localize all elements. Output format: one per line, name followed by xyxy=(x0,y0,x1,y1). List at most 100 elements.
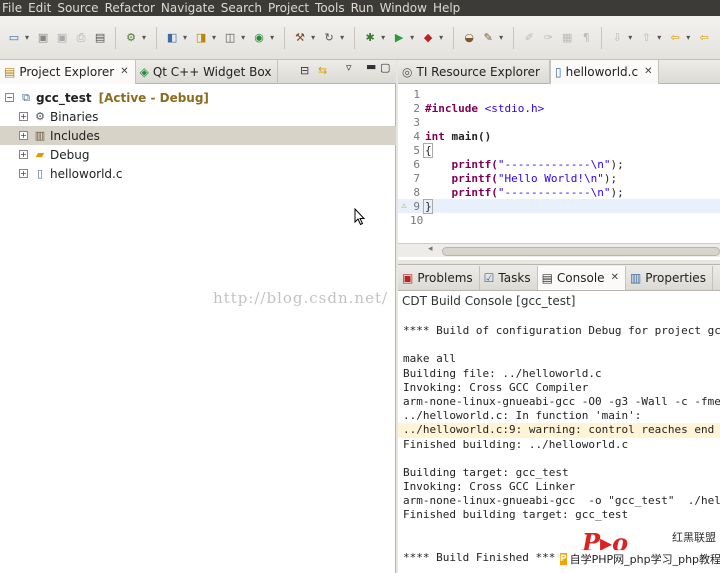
hammer-icon[interactable]: ⚒ xyxy=(292,30,308,46)
debug-icon[interactable]: ✱ xyxy=(362,30,378,46)
statement-end: ); xyxy=(610,157,624,171)
new-icon[interactable]: ▭ xyxy=(6,30,22,46)
project-explorer-icon: ▤ xyxy=(4,64,16,79)
last-edit-icon[interactable]: ⇦ xyxy=(667,30,683,46)
collapse-all-icon[interactable]: ⊟ xyxy=(300,64,309,77)
tab-label: Project Explorer xyxy=(19,64,115,79)
chevron-down-icon[interactable]: ▾ xyxy=(270,33,274,42)
tree-item-debug[interactable]: + ▰ Debug xyxy=(0,145,396,164)
chevron-down-icon[interactable]: ▾ xyxy=(499,33,503,42)
console-title: CDT Build Console [gcc_test] xyxy=(402,294,576,308)
chevron-down-icon[interactable]: ▾ xyxy=(241,33,245,42)
tab-problems[interactable]: ▣ Problems xyxy=(398,265,480,290)
chevron-down-icon[interactable]: ▾ xyxy=(183,33,187,42)
save-all-icon[interactable]: ▣ xyxy=(54,30,70,46)
menu-run[interactable]: Run xyxy=(349,1,378,15)
expand-icon[interactable]: + xyxy=(19,150,28,159)
chevron-down-icon[interactable]: ▾ xyxy=(686,33,690,42)
open-type-icon[interactable]: ◒ xyxy=(461,30,477,46)
qt-widget-icon: ◈ xyxy=(139,64,149,79)
function-call: printf( xyxy=(425,157,498,171)
menu-edit[interactable]: Edit xyxy=(26,1,55,15)
new-folder-icon[interactable]: ◨ xyxy=(193,30,209,46)
chevron-down-icon[interactable]: ▾ xyxy=(381,33,385,42)
line-number: 9 xyxy=(413,199,420,213)
chevron-down-icon[interactable]: ▾ xyxy=(657,33,661,42)
console-output[interactable]: **** Build of configuration Debug for pr… xyxy=(398,324,720,565)
build-target-icon[interactable]: ▤ xyxy=(92,30,108,46)
chevron-down-icon[interactable]: ▾ xyxy=(311,33,315,42)
menu-refactor[interactable]: Refactor xyxy=(103,1,159,15)
collapse-icon[interactable]: − xyxy=(5,93,14,102)
close-icon[interactable]: ✕ xyxy=(644,66,652,77)
chevron-down-icon[interactable]: ▾ xyxy=(628,33,632,42)
editor-horizontal-scrollbar[interactable]: ◂ xyxy=(398,243,720,257)
chevron-down-icon[interactable]: ▾ xyxy=(25,33,29,42)
menu-file[interactable]: File xyxy=(0,1,26,15)
chevron-down-icon[interactable]: ▾ xyxy=(142,33,146,42)
print-icon[interactable]: ⎙ xyxy=(73,30,89,46)
warning-icon[interactable]: ⚠ xyxy=(398,201,410,211)
tree-item-helloworld-c[interactable]: + ▯ helloworld.c xyxy=(0,164,396,183)
scrollbar-thumb[interactable] xyxy=(442,247,720,256)
block-select-icon[interactable]: ▦ xyxy=(559,30,575,46)
tree-item-gcc-test[interactable]: − ⧉ gcc_test [Active - Debug] xyxy=(0,88,396,107)
tree-item-binaries[interactable]: + ⚙ Binaries xyxy=(0,107,396,126)
tab-properties[interactable]: ▥ Properties xyxy=(626,265,713,290)
save-icon[interactable]: ▣ xyxy=(35,30,51,46)
run-icon[interactable]: ▶ xyxy=(391,30,407,46)
menu-source[interactable]: Source xyxy=(55,1,102,15)
toolbar-separator xyxy=(601,26,603,49)
prev-edit-icon[interactable]: ⇧ xyxy=(638,30,654,46)
next-annotation-icon[interactable]: ✐ xyxy=(521,30,537,46)
tab-ti-resource-explorer[interactable]: ◎ TI Resource Explorer xyxy=(398,59,550,84)
tab-helloworld-c[interactable]: ▯ helloworld.c ✕ xyxy=(550,59,660,84)
tab-project-explorer[interactable]: ▤ Project Explorer ✕ xyxy=(0,59,136,84)
tab-tasks[interactable]: ☑ Tasks xyxy=(480,265,538,290)
console-line: ../helloworld.c: In function 'main': xyxy=(403,409,642,423)
close-icon[interactable]: ✕ xyxy=(611,272,619,283)
menu-search[interactable]: Search xyxy=(219,1,266,15)
maximize-icon[interactable]: ▢ xyxy=(380,61,390,74)
new-project-icon[interactable]: ◧ xyxy=(164,30,180,46)
back-icon[interactable]: ⇦ xyxy=(696,30,712,46)
build-icon[interactable]: ⚙ xyxy=(123,30,139,46)
tab-console[interactable]: ▤ Console ✕ xyxy=(537,265,626,290)
tab-qt-widget-box[interactable]: ◈ Qt C++ Widget Box xyxy=(136,59,279,84)
string-literal: "-------------\n" xyxy=(497,157,611,171)
code-line: 4 int main() xyxy=(398,129,720,143)
menu-tools[interactable]: Tools xyxy=(313,1,349,15)
external-tools-icon[interactable]: ◆ xyxy=(420,30,436,46)
show-whitespace-icon[interactable]: ¶ xyxy=(578,30,594,46)
expand-icon[interactable]: + xyxy=(19,131,28,140)
chevron-down-icon[interactable]: ▾ xyxy=(439,33,443,42)
menu-project[interactable]: Project xyxy=(266,1,313,15)
function-call: printf( xyxy=(425,185,498,199)
menu-navigate[interactable]: Navigate xyxy=(159,1,219,15)
refresh-icon[interactable]: ↻ xyxy=(321,30,337,46)
toggle-mark-icon[interactable]: ✑ xyxy=(540,30,556,46)
search-icon[interactable]: ✎ xyxy=(480,30,496,46)
chevron-down-icon[interactable]: ▾ xyxy=(410,33,414,42)
chevron-down-icon[interactable]: ▾ xyxy=(212,33,216,42)
next-edit-icon[interactable]: ⇩ xyxy=(609,30,625,46)
link-editor-icon[interactable]: ⇆ xyxy=(318,64,327,77)
menu-window[interactable]: Window xyxy=(378,1,431,15)
expand-icon[interactable]: + xyxy=(19,112,28,121)
console-line: Building file: ../helloworld.c xyxy=(403,366,602,380)
menu-help[interactable]: Help xyxy=(431,1,464,15)
expand-icon[interactable]: + xyxy=(19,169,28,178)
console-line: Building target: gcc_test xyxy=(403,465,569,479)
chevron-down-icon[interactable]: ▾ xyxy=(340,33,344,42)
minimize-icon[interactable]: ▬ xyxy=(366,60,376,73)
toolbar-separator xyxy=(453,26,455,49)
view-menu-icon[interactable]: ▿ xyxy=(346,61,352,74)
code-editor[interactable]: 1 2 #include <stdio.h> 3 4 int main() 5 … xyxy=(398,87,720,227)
scroll-left-icon[interactable]: ◂ xyxy=(428,244,433,254)
new-class-icon[interactable]: ◉ xyxy=(251,30,267,46)
close-icon[interactable]: ✕ xyxy=(120,66,128,77)
line-number: 6 xyxy=(413,157,420,171)
new-file-icon[interactable]: ◫ xyxy=(222,30,238,46)
tree-item-includes[interactable]: + ▥ Includes xyxy=(0,126,396,145)
